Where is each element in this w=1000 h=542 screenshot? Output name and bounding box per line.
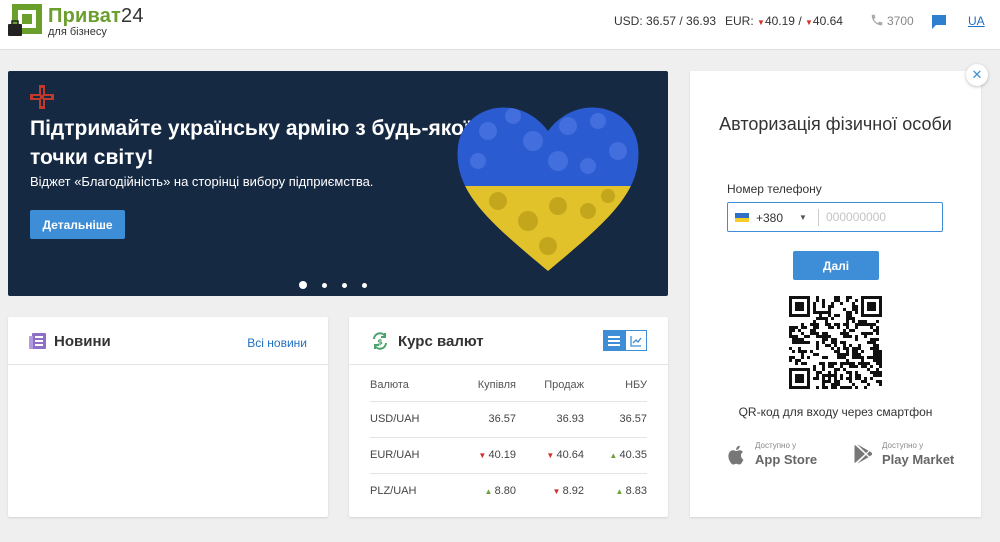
privat24-logo[interactable]: Приват24 для бізнесу [8, 4, 144, 38]
currency-pair: USD/UAH [370, 400, 450, 437]
nbu-rate-value: 40.35 [619, 449, 647, 461]
nbu-rate-value: 8.83 [625, 485, 647, 498]
buy-rate-value: 36.57 [488, 413, 516, 425]
nbu-rate-value: 36.57 [619, 413, 647, 425]
chevron-down-icon[interactable]: ▼ [799, 213, 807, 222]
svg-text:$: $ [377, 338, 383, 347]
banner-subtitle: Віджет «Благодійність» на сторінці вибор… [30, 174, 374, 189]
qr-code [789, 296, 882, 389]
ukraine-flag-icon [735, 213, 749, 222]
nbu-rate: ▲ 40.35 [584, 436, 647, 473]
rates-header-row: Валюта Купівля Продаж НБУ [370, 369, 647, 401]
eur-rate: EUR: ▼40.19 / ▼40.64 [725, 14, 843, 28]
appstore-small-label: Доступно у [755, 441, 797, 450]
banner-title: Підтримайте українську армію з будь-якої… [30, 117, 470, 169]
phone-field: +380 ▼ [727, 202, 943, 232]
rates-view-toggle [603, 330, 647, 351]
carousel-dots [299, 281, 367, 289]
sell-rate: ▼ 8.92 [516, 472, 584, 509]
carousel-dot[interactable] [322, 282, 327, 288]
sell-rate-value: 36.93 [556, 413, 584, 425]
buy-rate: 36.57 [450, 400, 516, 437]
phone-input[interactable] [826, 206, 938, 228]
currency-pair-value: PLZ/UAH [370, 485, 417, 498]
support-phone[interactable]: 3700 [870, 13, 914, 28]
carousel-dot[interactable] [362, 282, 367, 288]
trend-down-icon: ▼ [546, 451, 557, 460]
currency-pair-value: USD/UAH [370, 413, 420, 425]
sell-rate-value: 8.92 [562, 485, 584, 498]
logo-mark-icon [8, 4, 42, 36]
login-title: Авторизація фізичної особи [719, 114, 952, 134]
col-currency: Валюта [370, 378, 409, 391]
play-market-label: Play Market [882, 452, 955, 467]
field-divider [818, 209, 819, 226]
army-emblem-icon [30, 85, 54, 109]
chat-icon[interactable] [931, 14, 947, 30]
news-card: Новини Всі новини [8, 317, 328, 517]
list-icon [608, 335, 620, 346]
news-icon [29, 333, 46, 349]
currency-pair-value: EUR/UAH [370, 449, 420, 461]
rates-card-header: $ Курс валют [349, 317, 668, 365]
next-button[interactable]: Далі [793, 251, 879, 280]
carousel-dot[interactable] [342, 282, 347, 288]
country-code-select[interactable]: +380 [756, 211, 783, 225]
sell-rate: ▼ 40.64 [516, 436, 584, 473]
top-header: Приват24 для бізнесу USD: 36.57 / 36.93 … [0, 0, 1000, 50]
phone-label: Номер телефону [727, 182, 822, 196]
trend-down-icon: ▼ [478, 451, 489, 460]
sell-rate: 36.93 [516, 400, 584, 437]
table-row: EUR/UAH ▼ 40.19 ▼ 40.64 ▲ 40.35 [370, 436, 647, 473]
table-view-button[interactable] [603, 330, 625, 351]
nbu-rate: ▲ 8.83 [584, 472, 647, 509]
login-panel: Авторизація фізичної особи Номер телефон… [690, 71, 981, 517]
trend-down-icon: ▼ [805, 18, 813, 27]
chart-view-button[interactable] [625, 330, 647, 351]
phone-icon [871, 14, 883, 26]
trend-up-icon: ▲ [484, 487, 495, 497]
buy-rate: ▲ 8.80 [450, 472, 516, 509]
usd-rate: USD: 36.57 / 36.93 [614, 14, 717, 28]
trend-down-icon: ▼ [552, 487, 563, 497]
table-row: USD/UAH 36.57 36.93 36.57 [370, 400, 647, 437]
nbu-rate: 36.57 [584, 400, 647, 437]
trend-down-icon: ▼ [757, 18, 765, 27]
sell-rate-value: 40.64 [556, 449, 584, 461]
promo-banner[interactable]: Підтримайте українську армію з будь-якої… [8, 71, 668, 296]
language-switch[interactable]: UA [968, 14, 985, 28]
close-login-button[interactable]: ✕ [966, 64, 988, 86]
logo-subtitle: для бізнесу [48, 26, 107, 38]
trend-up-icon: ▲ [615, 487, 626, 497]
all-news-link[interactable]: Всі новини [247, 336, 307, 350]
buy-rate-value: 8.80 [494, 485, 516, 498]
currency-exchange-icon: $ [373, 332, 387, 350]
buy-rate-value: 40.19 [488, 449, 516, 461]
trend-up-icon: ▲ [609, 451, 620, 460]
table-row: PLZ/UAH ▲ 8.80 ▼ 8.92 ▲ 8.83 [370, 472, 647, 509]
news-title: Новини [54, 333, 111, 350]
col-sell: Продаж [544, 378, 584, 391]
heart-illustration [457, 107, 639, 271]
currency-pair: PLZ/UAH [370, 472, 450, 509]
play-small-label: Доступно у [882, 441, 924, 450]
news-card-header: Новини Всі новини [8, 317, 328, 365]
currency-pair: EUR/UAH [370, 436, 450, 473]
appstore-label: App Store [755, 452, 818, 467]
logo-brand: Приват24 [48, 5, 144, 27]
col-nbu: НБУ [625, 378, 647, 391]
col-buy: Купівля [477, 378, 516, 391]
google-play-icon [854, 444, 872, 464]
buy-rate: ▼ 40.19 [450, 436, 516, 473]
carousel-dot[interactable] [299, 281, 307, 289]
rates-table: Валюта Купівля Продаж НБУ USD/UAH 36.57 36… [370, 369, 647, 509]
apple-icon [728, 445, 744, 465]
banner-details-button[interactable]: Детальніше [30, 210, 125, 239]
line-chart-icon [630, 335, 642, 347]
qr-caption: QR-код для входу через смартфон [738, 405, 933, 419]
rates-title: Курс валют [398, 333, 484, 350]
exchange-rates-card: $ Курс валют Валюта Купівля Продаж НБУ U… [349, 317, 668, 517]
